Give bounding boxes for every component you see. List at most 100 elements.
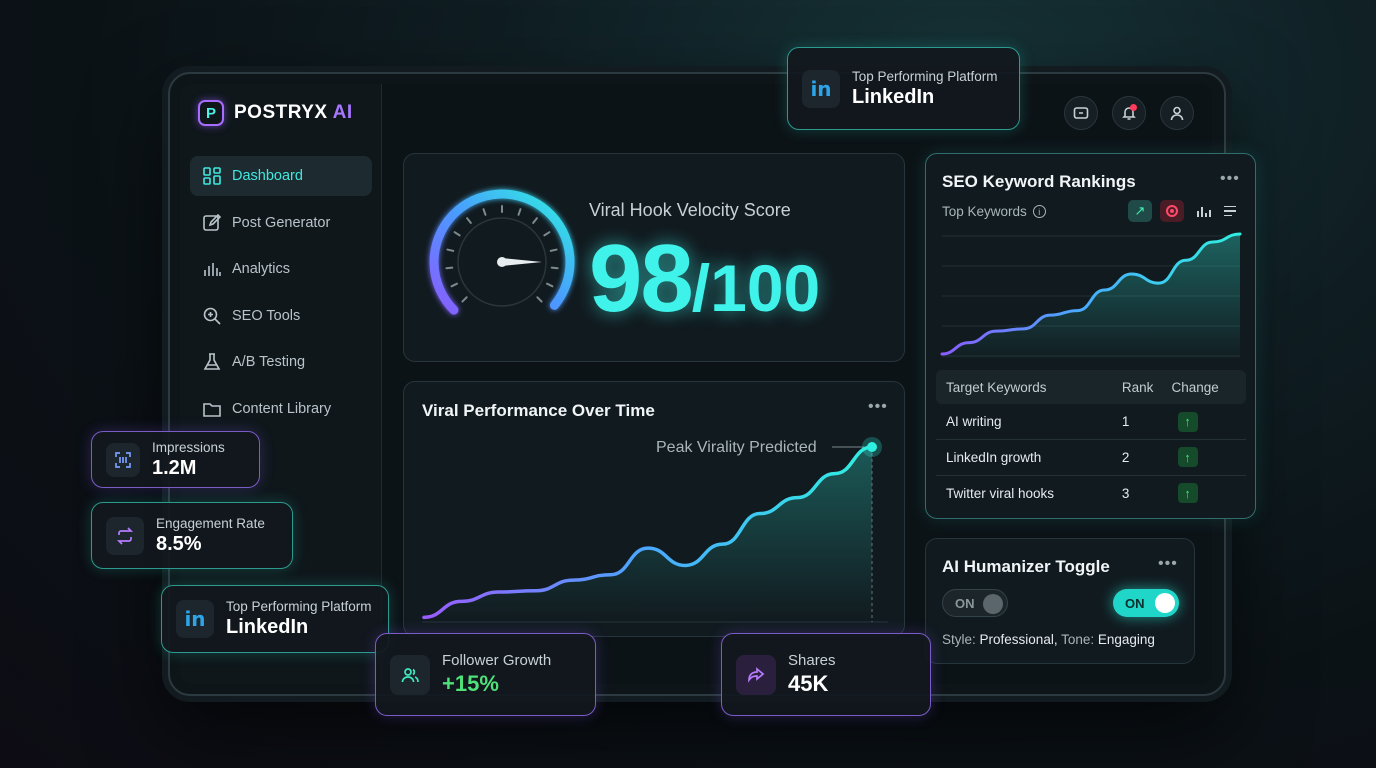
arrow-up-icon: ↑ [1177, 411, 1198, 432]
info-icon[interactable]: i [1032, 205, 1046, 218]
float-value: LinkedIn [226, 616, 309, 638]
more-options-icon[interactable]: ••• [1220, 170, 1240, 188]
keyword-table: Target Keywords Rank Change AI writing 1… [936, 370, 1246, 511]
velocity-title: Viral Hook Velocity Score [589, 200, 791, 220]
folder-icon [203, 402, 221, 417]
seo-subtitle: Top Keywords i [942, 204, 1046, 219]
humanizer-title: AI Humanizer Toggle [942, 557, 1110, 576]
float-value: 45K [788, 671, 829, 696]
app-name: POSTRYX [234, 102, 328, 123]
arrow-up-icon: ↑ [1177, 483, 1198, 503]
table-row[interactable]: Twitter viral hooks 3 ↑ [936, 474, 1246, 511]
humanizer-toggle-on[interactable]: ON [1113, 589, 1179, 617]
score-value: 98 [589, 225, 694, 332]
notifications-button[interactable] [1112, 96, 1146, 130]
float-label: Impressions [152, 439, 225, 455]
velocity-score: 98/100 [589, 224, 820, 334]
target-icon[interactable] [1160, 200, 1184, 222]
linkedin-icon: in [176, 600, 214, 638]
bar-chart-icon [204, 263, 221, 276]
arrow-up-icon: ↑ [1177, 447, 1198, 468]
keyword-cell: LinkedIn growth [936, 439, 1122, 475]
toggle-off-label: ON [955, 595, 975, 611]
tone-label: Tone: [1061, 632, 1095, 647]
sidebar-item-label: Dashboard [232, 168, 303, 184]
gauge-tick [549, 248, 558, 252]
gauge-tick [517, 208, 522, 216]
sidebar-item-label: Post Generator [232, 214, 331, 231]
style-label: Style: [942, 632, 976, 647]
gauge-tick [445, 266, 454, 270]
keyword-cell: Twitter viral hooks [936, 474, 1122, 511]
column-header: Target Keywords [946, 379, 1047, 395]
list-icon[interactable] [1224, 200, 1244, 222]
peak-annotation: Peak Virality Predicted [656, 439, 817, 456]
style-value: Professional, [979, 632, 1058, 647]
sidebar-item-seo-tools[interactable]: SEO Tools [190, 296, 372, 336]
seo-rankings-card: SEO Keyword Rankings ••• Top Keywords i … [925, 153, 1256, 519]
column-header: Change [1171, 379, 1219, 395]
app-logo[interactable]: P POSTRYX AI [198, 100, 353, 126]
engagement-float: Engagement Rate 8.5% [91, 502, 293, 569]
sidebar-item-dashboard[interactable]: Dashboard [190, 156, 372, 196]
table-row[interactable]: LinkedIn growth 2 ↑ [936, 439, 1246, 475]
float-value: +15% [442, 671, 499, 696]
sidebar-item-ab-testing[interactable]: A/B Testing [190, 342, 372, 382]
float-label: Follower Growth [442, 652, 552, 669]
velocity-score-card: Viral Hook Velocity Score 98/100 [403, 153, 905, 362]
table-header-row: Target Keywords Rank Change [936, 370, 1246, 404]
user-icon [1170, 106, 1184, 121]
float-value: 1.2M [152, 456, 197, 479]
follower-growth-float: Follower Growth +15% [375, 633, 596, 716]
monitor-button[interactable] [1064, 96, 1098, 130]
scan-icon [106, 442, 140, 477]
gauge-tick [550, 266, 559, 270]
toggle-on-label: ON [1125, 595, 1145, 611]
column-header: Rank [1121, 379, 1154, 395]
top-keywords-label: Top Keywords [942, 204, 1027, 219]
rank-cell: 3 [1121, 474, 1172, 511]
edit-icon [203, 213, 222, 231]
repeat-icon [106, 516, 144, 555]
keyword-cell: AI writing [946, 414, 1002, 429]
logo-icon: P [198, 100, 224, 126]
humanizer-card: AI Humanizer Toggle ••• ON ON Style: Pro… [925, 538, 1195, 664]
gauge-tick [532, 217, 538, 224]
rank-cell: 2 [1121, 439, 1172, 475]
toggle-off[interactable]: ON [942, 589, 1008, 617]
seo-title: SEO Keyword Rankings [942, 172, 1136, 191]
monitor-icon [1073, 107, 1089, 119]
seo-chart [940, 232, 1242, 358]
sidebar-item-analytics[interactable]: Analytics [190, 249, 372, 289]
flask-icon [203, 353, 221, 370]
trend-chart-icon[interactable]: ↗ [1128, 200, 1152, 222]
gauge-tick [536, 296, 543, 303]
gauge-tick [453, 231, 461, 237]
style-tone-text: Style: Professional, Tone: Engaging [942, 632, 1155, 647]
rank-cell: 1 [1121, 414, 1130, 429]
sidebar-item-label: Content Library [232, 400, 332, 417]
float-value: LinkedIn [852, 85, 935, 108]
sidebar-item-post-generator[interactable]: Post Generator [190, 203, 372, 243]
sidebar-item-label: SEO Tools [232, 307, 301, 324]
gauge-tick [482, 208, 487, 216]
bar-chart-icon[interactable] [1192, 200, 1216, 222]
sidebar-item-content-library[interactable]: Content Library [190, 389, 372, 429]
more-options-icon[interactable]: ••• [1158, 555, 1178, 573]
shares-float: Shares 45K [721, 633, 931, 716]
header-actions [1064, 96, 1194, 130]
performance-chart [422, 437, 888, 623]
gauge-tick [461, 296, 468, 303]
performance-card: Viral Performance Over Time ••• Peak Vir… [403, 381, 905, 637]
linkedin-icon: in [802, 69, 840, 108]
gauge-tick [446, 248, 455, 252]
gauge-tick [450, 282, 458, 288]
sidebar-item-label: Analytics [232, 261, 291, 277]
impressions-float: Impressions 1.2M [91, 431, 260, 488]
toggle-knob [1155, 593, 1175, 613]
chart-type-switcher: ↗ [1128, 200, 1244, 222]
platform-float-2: in Top Performing Platform LinkedIn [161, 585, 389, 653]
profile-button[interactable] [1160, 96, 1194, 130]
table-row[interactable]: AI writing 1 ↑ [936, 404, 1246, 440]
top-platform-float: in Top Performing Platform LinkedIn [787, 47, 1020, 130]
